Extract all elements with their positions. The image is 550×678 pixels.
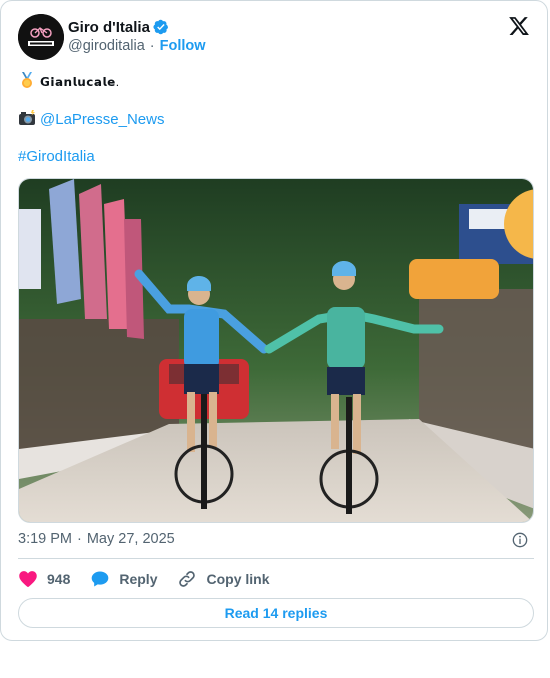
tweet-date: May 27, 2025 — [86, 531, 175, 547]
author-header: Giro d'Italia — [68, 18, 169, 36]
link-icon — [179, 571, 196, 587]
tweet-photo[interactable] — [18, 178, 534, 523]
verified-badge-icon — [153, 19, 168, 35]
tweet-text-line: 𝗚𝗶𝗮𝗻𝗹𝘂𝗰𝗮𝗹𝗲. — [18, 71, 120, 92]
tweet-medal-text: 𝗚𝗶𝗮𝗻𝗹𝘂𝗰𝗮𝗹𝗲. — [40, 75, 120, 89]
author-handle[interactable]: @giroditalia — [68, 38, 145, 54]
author-avatar[interactable] — [18, 14, 64, 60]
divider — [18, 558, 534, 559]
reply-label: Reply — [119, 571, 158, 587]
tweet-timestamp[interactable]: 3:19 PM · May 27, 2025 — [18, 531, 175, 547]
speech-bubble-icon — [92, 571, 109, 587]
medal-emoji-icon — [22, 72, 32, 88]
read-replies-label: Read 14 replies — [224, 605, 328, 621]
like-count: 948 — [47, 571, 71, 587]
follow-button[interactable]: Follow — [160, 38, 206, 54]
photo-credit-line: @LaPresse_News — [18, 109, 164, 130]
camera-flash-emoji-icon — [19, 110, 35, 125]
tweet-card: Giro d'Italia @giroditalia · Follow 𝗚𝗶𝗮𝗻… — [0, 0, 548, 641]
hashtag-link[interactable]: #GirodItalia — [18, 148, 95, 165]
photo-credit-link[interactable]: @LaPresse_News — [40, 111, 164, 128]
hashtag-line: #GirodItalia — [18, 147, 95, 167]
reply-button[interactable]: Reply — [90, 569, 157, 589]
x-logo-icon[interactable] — [508, 15, 530, 37]
author-handle-row: @giroditalia · Follow — [68, 38, 206, 54]
cyclists-finish-photo — [19, 179, 533, 522]
heart-icon — [19, 571, 37, 587]
tweet-time: 3:19 PM — [18, 531, 72, 547]
separator-dot: · — [149, 38, 155, 54]
author-name[interactable]: Giro d'Italia — [68, 19, 150, 36]
read-replies-button[interactable]: Read 14 replies — [18, 598, 534, 628]
like-button[interactable]: 948 — [18, 569, 70, 589]
giro-logo-icon — [18, 14, 64, 60]
copy-link-button[interactable]: Copy link — [177, 569, 270, 589]
info-icon[interactable] — [512, 532, 528, 548]
action-bar: 948 Reply Copy link — [18, 567, 290, 591]
copy-link-label: Copy link — [206, 571, 270, 587]
separator-dot: · — [77, 531, 82, 547]
